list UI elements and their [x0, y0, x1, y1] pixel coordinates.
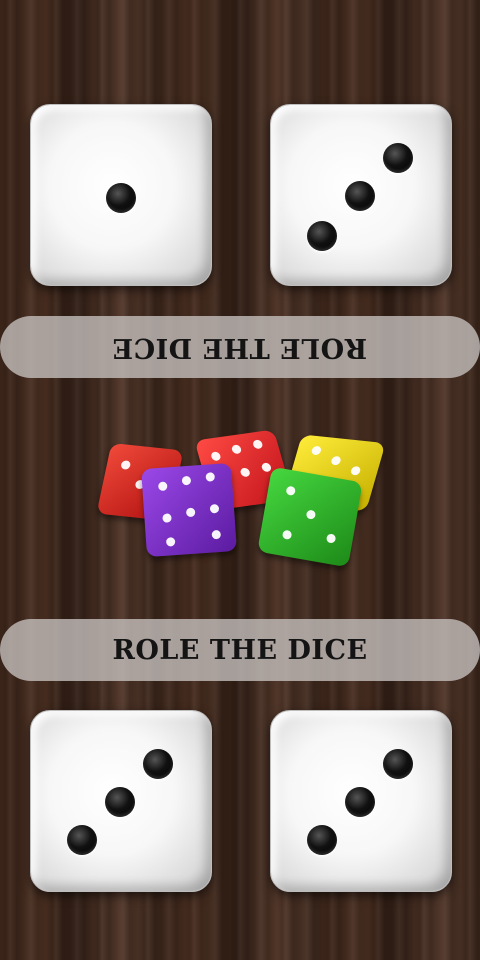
bottom-roll-label: ROLE THE DICE: [112, 634, 368, 666]
die-pip: [383, 749, 413, 779]
die-pip: [106, 183, 136, 213]
top-die-right[interactable]: [270, 104, 452, 286]
center-dice-cluster: [96, 428, 386, 568]
green-die-icon: [257, 466, 363, 568]
die-pip: [383, 143, 413, 173]
bottom-die-right[interactable]: [270, 710, 452, 892]
purple-die-icon: [141, 462, 237, 558]
bottom-die-left[interactable]: [30, 710, 212, 892]
bottom-roll-button[interactable]: ROLE THE DICE: [0, 619, 480, 681]
die-pip: [345, 787, 375, 817]
die-pip: [67, 825, 97, 855]
top-roll-label: ROLE THE DICE: [112, 331, 368, 363]
top-die-left[interactable]: [30, 104, 212, 286]
die-pip: [105, 787, 135, 817]
top-roll-button[interactable]: ROLE THE DICE: [0, 316, 480, 378]
die-pip: [345, 181, 375, 211]
die-pip: [307, 221, 337, 251]
die-pip: [143, 749, 173, 779]
die-pip: [307, 825, 337, 855]
